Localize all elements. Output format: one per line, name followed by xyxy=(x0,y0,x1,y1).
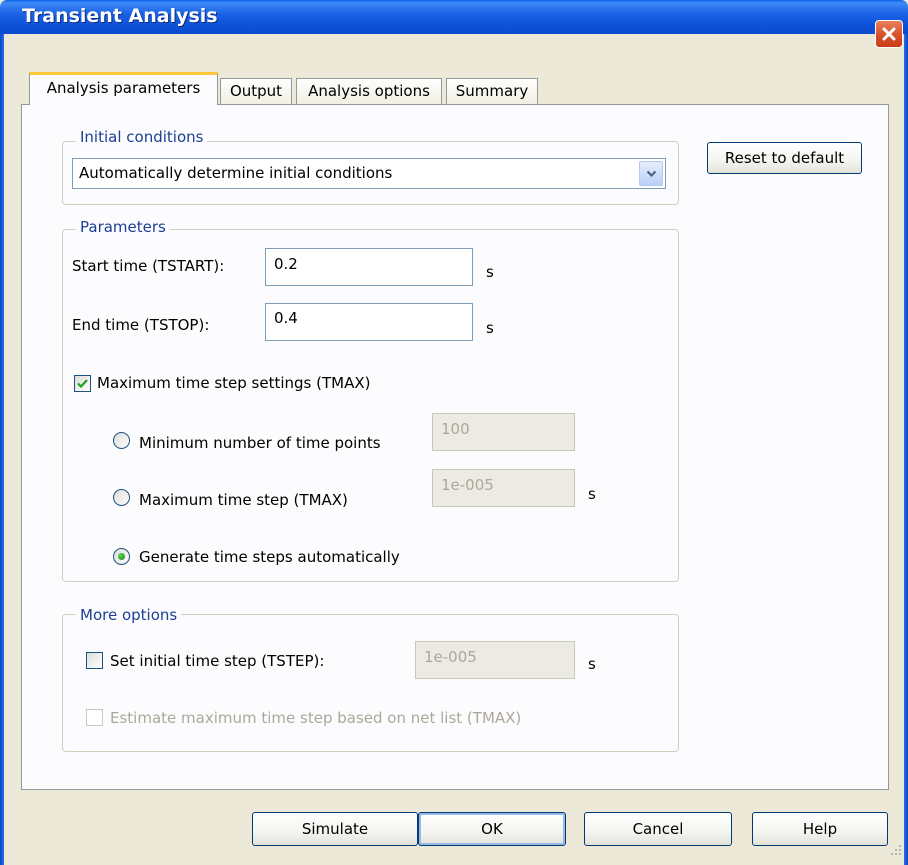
checkmark-icon xyxy=(77,379,88,389)
end-time-value: 0.4 xyxy=(274,309,298,327)
end-time-label: End time (TSTOP): xyxy=(72,316,210,334)
tab-label: Analysis parameters xyxy=(46,79,201,97)
radio-min-time-points-label: Minimum number of time points xyxy=(139,434,381,452)
tmax-settings-checkbox[interactable] xyxy=(74,375,91,392)
reset-to-default-label: Reset to default xyxy=(724,149,845,167)
initial-conditions-group-label: Initial conditions xyxy=(76,128,208,146)
initial-time-step-unit: s xyxy=(588,655,596,673)
start-time-input[interactable]: 0.2 xyxy=(265,248,473,286)
ok-button-label: OK xyxy=(481,820,503,838)
initial-time-step-input[interactable]: 1e-005 xyxy=(415,641,575,679)
more-options-group xyxy=(62,614,679,752)
tab-analysis-parameters[interactable]: Analysis parameters xyxy=(29,72,218,105)
window-title: Transient Analysis xyxy=(22,5,218,27)
close-button[interactable] xyxy=(875,20,903,48)
tab-summary[interactable]: Summary xyxy=(446,78,538,104)
cancel-button-label: Cancel xyxy=(632,820,684,838)
tab-analysis-options[interactable]: Analysis options xyxy=(296,78,442,104)
simulate-button[interactable]: Simulate xyxy=(252,812,418,846)
resize-grip-icon[interactable] xyxy=(888,842,904,858)
tab-label: Output xyxy=(229,82,283,100)
transient-analysis-dialog: Transient Analysis Analysis parameters O… xyxy=(0,0,908,865)
min-time-points-value: 100 xyxy=(441,420,470,438)
estimate-max-time-step-label: Estimate maximum time step based on net … xyxy=(110,709,522,727)
radio-max-time-step[interactable] xyxy=(113,489,130,506)
radio-generate-automatically-label: Generate time steps automatically xyxy=(139,548,400,566)
dropdown-arrow-button[interactable] xyxy=(639,161,663,186)
help-button[interactable]: Help xyxy=(752,812,888,846)
radio-max-time-step-label: Maximum time step (TMAX) xyxy=(139,491,348,509)
initial-time-step-label: Set initial time step (TSTEP): xyxy=(110,652,325,670)
cancel-button[interactable]: Cancel xyxy=(584,812,732,846)
tab-label: Summary xyxy=(455,82,529,100)
window-frame-left xyxy=(0,34,4,865)
radio-selected-dot xyxy=(118,553,125,560)
simulate-button-label: Simulate xyxy=(301,820,369,838)
window-frame-right xyxy=(904,34,908,865)
tab-label: Analysis options xyxy=(308,82,430,100)
radio-generate-automatically[interactable] xyxy=(113,548,130,565)
initial-conditions-select[interactable]: Automatically determine initial conditio… xyxy=(72,158,666,189)
end-time-input[interactable]: 0.4 xyxy=(265,303,473,341)
title-bar[interactable]: Transient Analysis xyxy=(0,0,908,34)
estimate-max-time-step-checkbox[interactable] xyxy=(86,709,103,726)
start-time-label: Start time (TSTART): xyxy=(72,257,225,275)
initial-conditions-selected-value: Automatically determine initial conditio… xyxy=(79,164,393,182)
max-time-step-unit: s xyxy=(588,485,596,503)
end-time-unit: s xyxy=(486,319,494,337)
reset-to-default-button[interactable]: Reset to default xyxy=(707,142,862,174)
start-time-unit: s xyxy=(486,263,494,281)
max-time-step-value: 1e-005 xyxy=(441,476,494,494)
tmax-settings-label: Maximum time step settings (TMAX) xyxy=(97,374,371,392)
ok-button[interactable]: OK xyxy=(418,812,566,846)
more-options-group-label: More options xyxy=(76,606,182,624)
start-time-value: 0.2 xyxy=(274,255,298,273)
initial-time-step-value: 1e-005 xyxy=(424,648,477,666)
close-icon xyxy=(882,27,896,41)
parameters-group-label: Parameters xyxy=(76,218,170,236)
chevron-down-icon xyxy=(646,170,657,178)
min-time-points-input[interactable]: 100 xyxy=(432,413,575,451)
max-time-step-input[interactable]: 1e-005 xyxy=(432,469,575,507)
help-button-label: Help xyxy=(802,820,838,838)
initial-time-step-checkbox[interactable] xyxy=(86,652,103,669)
tab-output[interactable]: Output xyxy=(220,78,292,104)
radio-min-time-points[interactable] xyxy=(113,432,130,449)
